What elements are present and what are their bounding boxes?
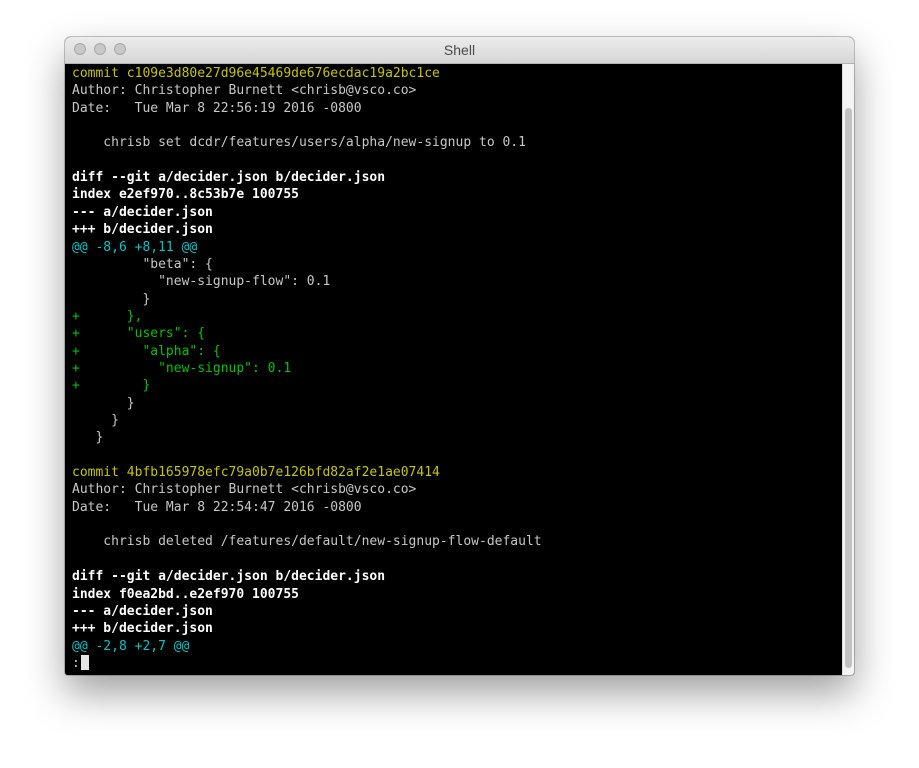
terminal-line: commit 4bfb165978efc79a0b7e126bfd82af2e1… — [72, 465, 440, 481]
terminal-line: commit c109e3d80e27d96e45469de676ecdac19… — [72, 66, 440, 81]
terminal-output[interactable]: commit c109e3d80e27d96e45469de676ecdac19… — [65, 64, 842, 675]
pager-prompt: : — [72, 655, 80, 671]
vertical-scrollbar[interactable] — [842, 64, 854, 675]
terminal-line: } — [72, 430, 104, 446]
terminal-line: + "new-signup": 0.1 — [72, 360, 292, 376]
terminal-line: + }, — [72, 308, 143, 324]
terminal-line: diff --git a/decider.json b/decider.json — [72, 569, 386, 585]
terminal-line: --- a/decider.json — [72, 204, 213, 220]
terminal-line: @@ -2,8 +2,7 @@ — [72, 638, 190, 654]
window-title: Shell — [443, 42, 476, 58]
terminal-line: Author: Christopher Burnett <chrisb@vsco… — [72, 83, 417, 99]
terminal-line: "beta": { — [72, 256, 213, 272]
terminal-line: Date: Tue Mar 8 22:54:47 2016 -0800 — [72, 499, 362, 515]
terminal-line: Author: Christopher Burnett <chrisb@vsco… — [72, 482, 417, 498]
terminal-line: +++ b/decider.json — [72, 222, 213, 238]
terminal-line: chrisb set dcdr/features/users/alpha/new… — [72, 135, 526, 151]
terminal-line: + "alpha": { — [72, 343, 221, 359]
terminal-line: index e2ef970..8c53b7e 100755 — [72, 187, 299, 203]
terminal-line: @@ -8,6 +8,11 @@ — [72, 239, 198, 255]
terminal-line: + "users": { — [72, 326, 206, 342]
terminal-line: chrisb deleted /features/default/new-sig… — [72, 534, 542, 550]
terminal-line: "new-signup-flow": 0.1 — [72, 274, 331, 290]
terminal-line: } — [72, 413, 119, 428]
terminal-line: --- a/decider.json — [72, 603, 213, 619]
pager-prompt-line[interactable]: : — [72, 654, 89, 672]
terminal-line: } — [72, 395, 135, 411]
terminal-window: Shell commit c109e3d80e27d96e45469de676e… — [65, 37, 854, 675]
terminal-line: Date: Tue Mar 8 22:56:19 2016 -0800 — [72, 100, 362, 116]
terminal-line: +++ b/decider.json — [72, 621, 213, 637]
terminal-line: index f0ea2bd..e2ef970 100755 — [72, 586, 299, 602]
title-bar[interactable]: Shell — [65, 37, 854, 64]
terminal-line: diff --git a/decider.json b/decider.json — [72, 170, 386, 186]
terminal-line: } — [72, 291, 151, 307]
text-cursor — [80, 654, 89, 670]
scrollbar-thumb[interactable] — [845, 108, 852, 668]
terminal-line: + } — [72, 378, 151, 394]
